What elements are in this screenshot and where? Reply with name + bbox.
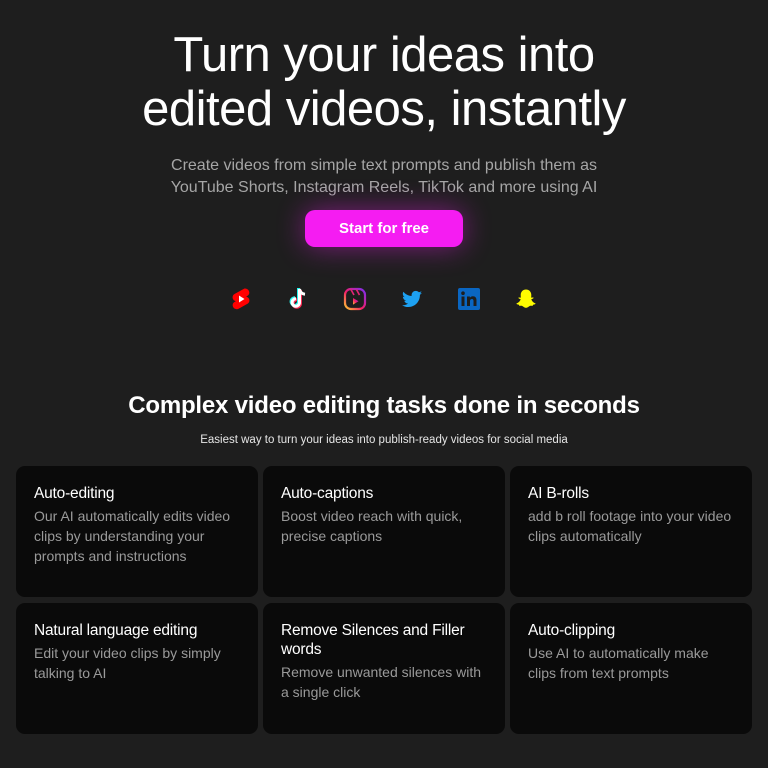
- feature-card-natural-language-editing: Natural language editing Edit your video…: [16, 603, 258, 734]
- feature-card-description: Remove unwanted silences with a single c…: [281, 664, 481, 700]
- feature-card-title: Auto-captions: [281, 485, 374, 502]
- hero-subtitle-line-1: Create videos from simple text prompts a…: [171, 157, 597, 174]
- hero-subtitle: Create videos from simple text prompts a…: [0, 155, 768, 199]
- snapchat-icon: [514, 287, 538, 311]
- features-section-title: Complex video editing tasks done in seco…: [128, 392, 640, 419]
- feature-card-auto-captions: Auto-captions Boost video reach with qui…: [263, 466, 505, 597]
- feature-card-remove-silences: Remove Silences and Filler words Remove …: [263, 603, 505, 734]
- feature-card-title: Remove Silences and Filler words: [281, 622, 465, 658]
- features-section-subtitle: Easiest way to turn your ideas into publ…: [200, 434, 568, 446]
- feature-card-auto-editing: Auto-editing Our AI automatically edits …: [16, 466, 258, 597]
- feature-card-title: Natural language editing: [34, 622, 198, 639]
- feature-card-ai-b-rolls: AI B-rolls add b roll footage into your …: [510, 466, 752, 597]
- social-platforms-row: [0, 287, 768, 311]
- twitter-icon: [400, 287, 424, 311]
- feature-card-description: add b roll footage into your video clips…: [528, 508, 732, 544]
- youtube-shorts-icon: [229, 287, 253, 311]
- feature-card-description: Our AI automatically edits video clips b…: [34, 508, 231, 564]
- feature-card-title: AI B-rolls: [528, 485, 589, 502]
- feature-card-auto-clipping: Auto-clipping Use AI to automatically ma…: [510, 603, 752, 734]
- instagram-reels-icon: [343, 287, 367, 311]
- start-for-free-button[interactable]: Start for free: [305, 210, 463, 247]
- hero-subtitle-line-2: YouTube Shorts, Instagram Reels, TikTok …: [170, 179, 598, 196]
- hero-title-line-1: Turn your ideas into: [173, 28, 595, 82]
- feature-card-description: Edit your video clips by simply talking …: [34, 645, 221, 681]
- feature-card-title: Auto-clipping: [528, 622, 616, 639]
- linkedin-icon: [457, 287, 481, 311]
- feature-card-description: Use AI to automatically make clips from …: [528, 645, 709, 681]
- tiktok-icon: [286, 287, 310, 311]
- hero-title-line-2: edited videos, instantly: [142, 82, 626, 136]
- feature-card-description: Boost video reach with quick, precise ca…: [281, 508, 463, 544]
- hero-title: Turn your ideas into edited videos, inst…: [0, 28, 768, 136]
- feature-card-title: Auto-editing: [34, 485, 115, 502]
